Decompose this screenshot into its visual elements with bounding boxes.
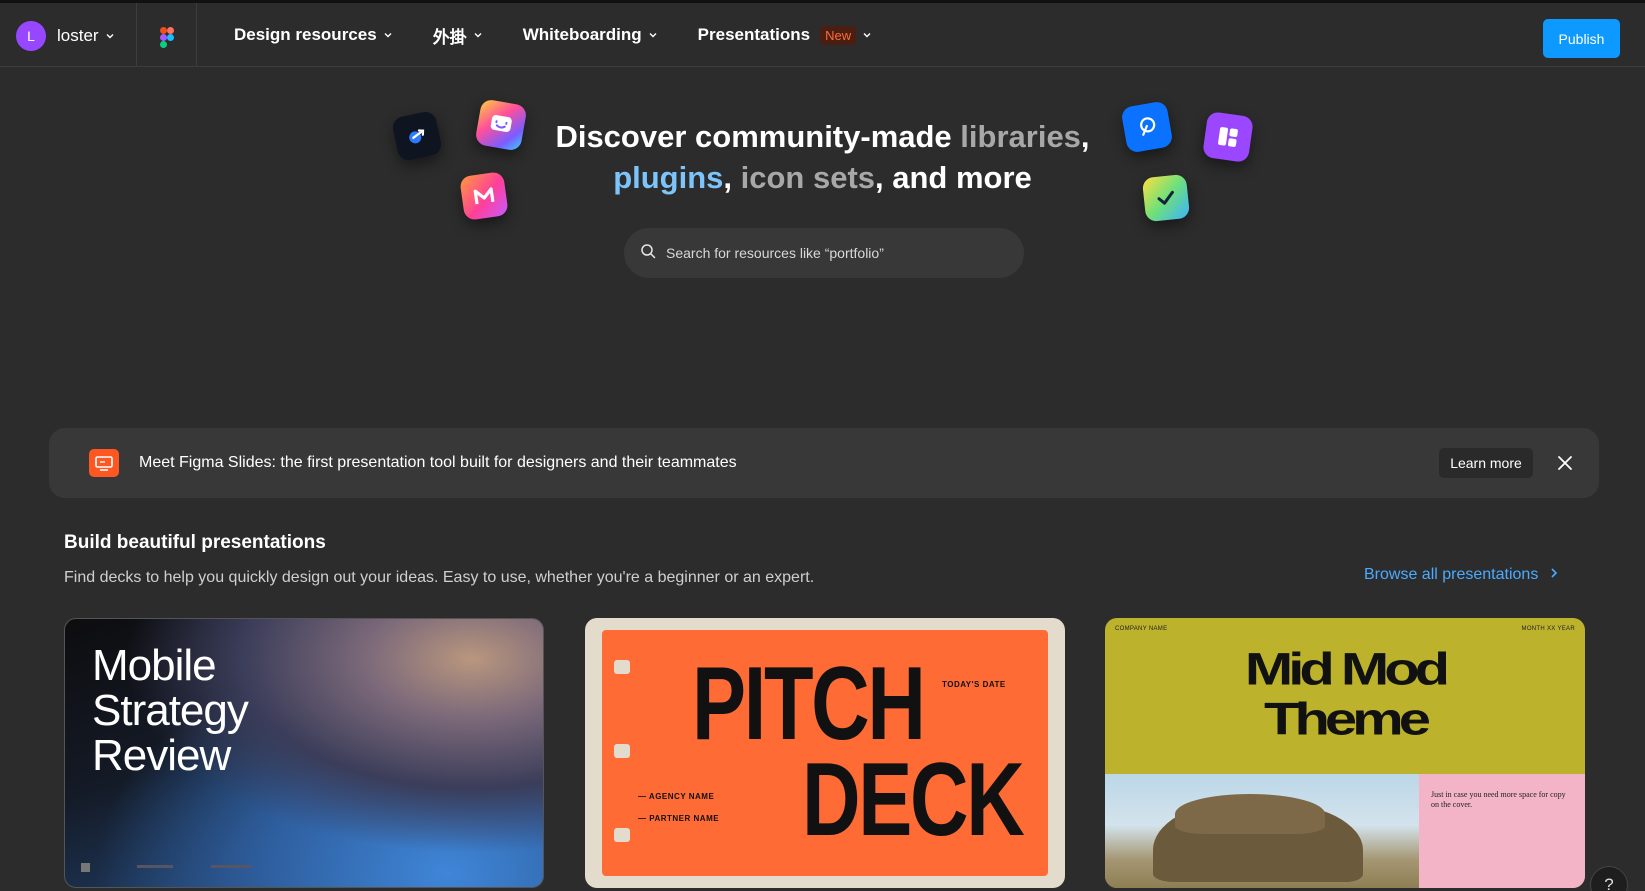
hero-title-part: , [723,160,741,195]
plugin-layout-icon [1202,111,1254,163]
slides-announcement-banner: Meet Figma Slides: the first presentatio… [49,428,1599,498]
hero-title-icon-sets: icon sets [740,160,876,195]
card-agency: — AGENCY NAME [638,792,715,801]
chevron-down-icon [862,30,872,40]
card-note-panel: Just in case you need more space for cop… [1419,774,1585,888]
card-title: Mobile Strategy Review [92,641,249,780]
card-title-line: Strategy [92,686,249,735]
nav-item-label: Presentations [697,25,811,44]
card-title-line: Review [92,731,231,780]
top-nav: L loster Design resources 外掛 Whiteboardi… [0,0,1645,67]
learn-more-button[interactable]: Learn more [1439,448,1533,478]
hero-title-libraries: libraries [960,119,1081,154]
nav-item-design-resources[interactable]: Design resources [234,25,393,45]
avatar[interactable]: L [16,21,46,51]
card-title-line: Mobile [92,641,217,690]
hero-title: Discover community-made libraries, plugi… [460,116,1185,198]
rock-shape [1175,794,1325,834]
plugin-arrow-icon [390,109,444,163]
hero-title-part: Discover community-made [555,119,961,154]
card-footer-line [211,865,251,868]
resource-search[interactable] [624,228,1024,278]
chevron-down-icon[interactable] [105,31,115,41]
binder-ring [614,660,630,674]
new-badge: New [820,25,857,45]
publish-button[interactable]: Publish [1543,19,1620,58]
binder-ring [614,744,630,758]
hero-title-plugins: plugins [613,160,724,195]
card-cover: PITCH DECK TODAY'S DATE — AGENCY NAME — … [602,630,1048,876]
card-title-deck: DECK [802,742,1025,858]
nav-item-label: 外掛 [432,27,467,47]
card-footer-mark [81,863,90,872]
card-date: TODAY'S DATE [942,680,1006,689]
card-company: COMPANY NAME [1115,626,1168,632]
card-landscape-image [1105,774,1419,888]
figma-logo-icon[interactable] [160,27,174,53]
hero-title-part: , and more [875,160,1032,195]
chevron-right-icon [1550,566,1558,584]
nav-item-plugins[interactable]: 外掛 [433,23,483,48]
chevron-down-icon [473,30,483,40]
account-switcher[interactable]: L loster [16,21,115,51]
help-button[interactable]: ? [1590,866,1628,891]
section-title: Build beautiful presentations [64,532,326,553]
search-input[interactable] [666,245,986,261]
section-subtitle: Find decks to help you quickly design ou… [64,569,815,586]
nav-item-whiteboarding[interactable]: Whiteboarding [523,25,658,45]
search-icon [640,243,656,264]
nav-item-presentations[interactable]: Presentations New [698,25,872,45]
nav-divider [136,3,137,67]
template-card-mobile-strategy-review[interactable]: Mobile Strategy Review [64,618,544,888]
nav-item-label: Whiteboarding [522,25,642,44]
user-name[interactable]: loster [57,26,99,46]
browse-all-presentations-link[interactable]: Browse all presentations [1364,566,1558,584]
browse-link-label: Browse all presentations [1364,566,1539,583]
chevron-down-icon [648,30,658,40]
nav-menu: Design resources 外掛 Whiteboarding Presen… [234,3,912,67]
template-card-pitch-deck[interactable]: PITCH DECK TODAY'S DATE — AGENCY NAME — … [585,618,1065,888]
banner-text: Meet Figma Slides: the first presentatio… [139,454,737,471]
card-month: MONTH XX YEAR [1521,626,1575,632]
binder-ring [614,828,630,842]
card-title-line: Theme [1264,694,1431,745]
card-footer-line [137,865,173,868]
card-title-pitch: PITCH [692,646,926,762]
card-title-line: Mid Mod [1244,644,1450,695]
card-partner: — PARTNER NAME [638,814,720,823]
nav-divider [196,3,197,67]
chevron-down-icon [383,30,393,40]
card-note: Just in case you need more space for cop… [1431,790,1566,809]
hero-title-part: , [1080,119,1090,154]
nav-item-label: Design resources [234,25,377,44]
template-card-mid-mod-theme[interactable]: COMPANY NAME MONTH XX YEAR Mid Mod Theme… [1105,618,1585,888]
slides-icon [89,449,119,477]
close-icon[interactable] [1554,452,1576,474]
